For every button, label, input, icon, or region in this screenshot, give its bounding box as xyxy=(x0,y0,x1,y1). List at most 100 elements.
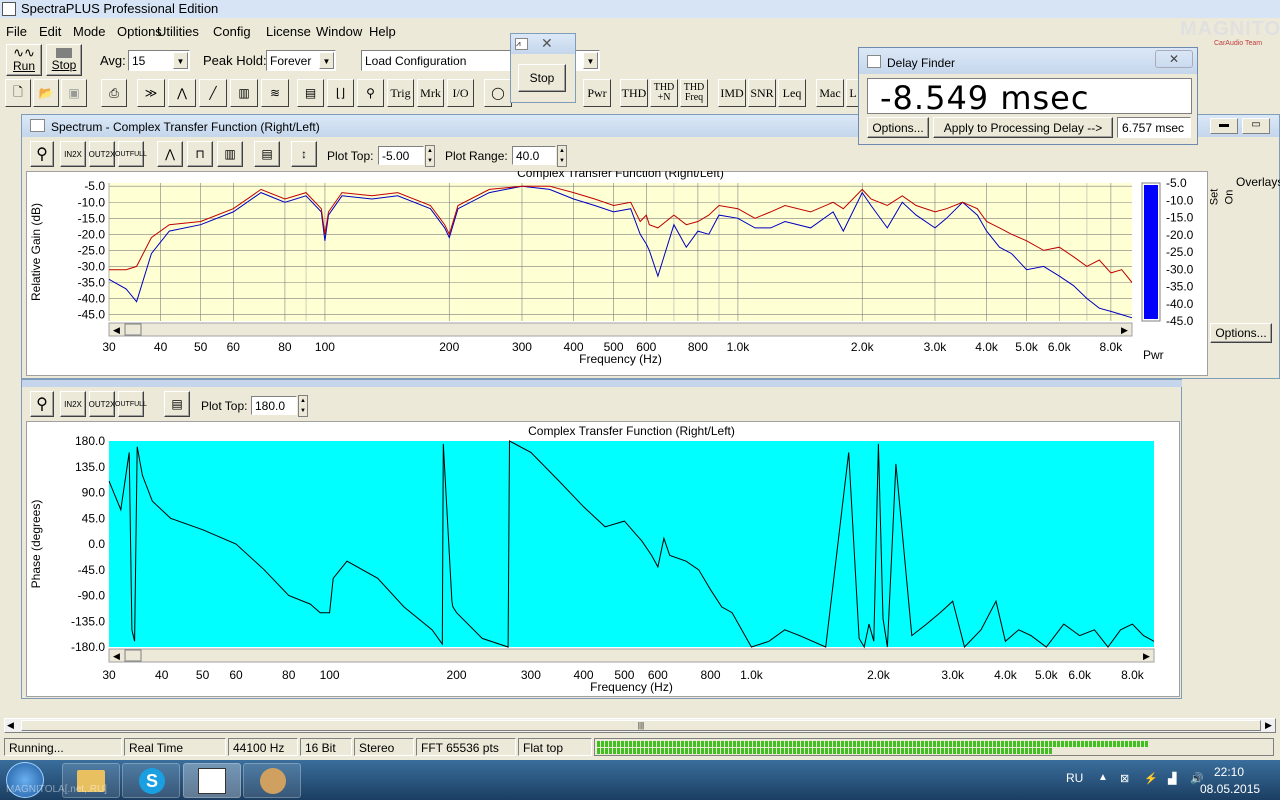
pwr-meter-fill xyxy=(1144,185,1158,319)
plot-scrollbar[interactable] xyxy=(108,648,1155,663)
thd-n-button[interactable]: THD +N xyxy=(650,79,678,107)
clock-date[interactable]: 08.05.2015 xyxy=(1200,782,1260,796)
maximize-icon[interactable]: ▭ xyxy=(1242,118,1270,134)
taskbar-paint[interactable] xyxy=(243,763,301,798)
scroll-left-icon[interactable]: ◀ xyxy=(113,651,120,661)
status-state: Running... xyxy=(4,738,122,756)
y-tick-label: 90.0 xyxy=(82,486,106,500)
close-icon[interactable]: ✕ xyxy=(1155,50,1193,68)
menu-file[interactable]: File xyxy=(6,24,27,39)
scroll-right-icon[interactable]: ▶ xyxy=(1265,720,1272,731)
menu-window[interactable]: Help xyxy=(369,24,396,39)
autoscale-icon[interactable]: ↕ xyxy=(291,141,317,167)
table-icon[interactable]: ▤ xyxy=(164,391,190,417)
scroll-left-icon[interactable]: ◀ xyxy=(113,325,120,335)
avg-select[interactable]: 15 ▼ xyxy=(128,50,190,71)
thd-freq-button[interactable]: THD Freq xyxy=(680,79,708,107)
trigger-button[interactable]: Trig xyxy=(387,79,414,107)
zoom-out-2x-icon[interactable]: OUT2X xyxy=(89,141,115,167)
tray-signal-icon[interactable]: ▟ xyxy=(1168,772,1176,785)
peak-icon[interactable]: ⋀ xyxy=(157,141,183,167)
spectrogram-icon[interactable]: ▥ xyxy=(230,79,258,107)
zoom-out-2x-icon[interactable]: OUT2X xyxy=(89,391,115,417)
imd-button[interactable]: IMD xyxy=(718,79,746,107)
menu-view[interactable]: Options xyxy=(117,24,162,39)
clock-time[interactable]: 22:10 xyxy=(1214,765,1244,779)
run-button[interactable]: ∿∿ Run xyxy=(6,44,42,76)
spectrum-view-icon[interactable]: ⋀ xyxy=(168,79,196,107)
new-file-icon[interactable]: 🗋 xyxy=(5,79,31,107)
plot-scroll-thumb[interactable] xyxy=(124,649,142,662)
x-tick-label: 200 xyxy=(447,668,467,682)
close-icon[interactable]: ✕ xyxy=(541,35,553,52)
3d-surface-icon[interactable]: ≋ xyxy=(261,79,289,107)
plot-area[interactable] xyxy=(109,183,1132,321)
scroll-right-icon[interactable]: ▶ xyxy=(1143,651,1150,661)
zoom-icon[interactable]: ⚲ xyxy=(30,391,54,417)
plot-area[interactable] xyxy=(109,441,1154,647)
zoom-in-2x-icon[interactable]: IN2X xyxy=(60,141,86,167)
processing-delay-field[interactable]: 6.757 msec xyxy=(1117,117,1191,138)
peak-hold-select[interactable]: Forever ▼ xyxy=(266,50,336,71)
tray-expand-icon[interactable]: ▲ xyxy=(1098,772,1108,783)
table-icon[interactable]: ▤ xyxy=(254,141,280,167)
table-view-icon[interactable]: ▤ xyxy=(297,79,324,107)
stop-popup-button[interactable]: Stop xyxy=(518,64,566,92)
plot-scroll-thumb[interactable] xyxy=(124,323,142,336)
scroll-thumb[interactable]: ||| xyxy=(21,720,1261,731)
snr-button[interactable]: SNR xyxy=(748,79,776,107)
save-disk-icon[interactable]: ▣ xyxy=(61,79,87,107)
tray-power-icon[interactable]: ⚡ xyxy=(1144,772,1158,785)
pwr-tick-label: -25.0 xyxy=(1166,245,1194,259)
overlays-label: Overlays xyxy=(1236,175,1280,189)
plot-range-input[interactable]: 40.0 xyxy=(512,146,556,165)
menu-config[interactable]: License xyxy=(266,24,311,39)
phase-plot-top-spinner[interactable]: ▲ ▼ xyxy=(298,395,308,417)
x-tick-label: 3.0k xyxy=(941,668,965,682)
print-icon[interactable]: ⎙ xyxy=(101,79,127,107)
plot-top-spinner[interactable]: ▲ ▼ xyxy=(425,145,435,167)
menu-edit[interactable]: Edit xyxy=(39,24,61,39)
menu-license[interactable]: Window xyxy=(316,24,362,39)
thd-button[interactable]: THD xyxy=(620,79,648,107)
zoom-in-2x-icon[interactable]: IN2X xyxy=(60,391,86,417)
plot-range-spinner[interactable]: ▲ ▼ xyxy=(557,145,567,167)
taskbar-skype[interactable]: S xyxy=(122,763,180,798)
apply-delay-button[interactable]: Apply to Processing Delay --> xyxy=(933,117,1113,138)
marker-button[interactable]: Mrk xyxy=(417,79,444,107)
zoom-out-full-icon[interactable]: OUTFULL xyxy=(115,391,147,417)
overlays-options-button[interactable]: Options... xyxy=(1210,323,1272,343)
phase-plot-top-input[interactable]: 180.0 xyxy=(251,396,297,415)
menu-mode[interactable]: Mode xyxy=(73,24,106,39)
tray-network-icon[interactable]: ⊠ xyxy=(1120,772,1129,785)
line-icon[interactable]: ⊓ xyxy=(187,141,213,167)
x-tick-label: 5.0k xyxy=(1035,668,1059,682)
zoom-out-full-icon[interactable]: OUTFULL xyxy=(115,141,147,167)
taskbar-spectraplus[interactable] xyxy=(183,763,241,798)
zoom-icon[interactable]: ⚲ xyxy=(30,141,54,167)
main-horizontal-scrollbar[interactable]: ◀ ||| ▶ xyxy=(4,718,1276,733)
phase-view-icon[interactable]: ╱ xyxy=(199,79,227,107)
language-indicator[interactable]: RU xyxy=(1066,771,1083,785)
delay-options-button[interactable]: Options... xyxy=(867,117,929,138)
leq-button[interactable]: Leq xyxy=(778,79,806,107)
x-tick-label: 800 xyxy=(701,668,721,682)
stop-popup: ⩘ ✕ Stop xyxy=(510,33,576,103)
open-folder-icon[interactable]: 📂 xyxy=(33,79,59,107)
macro-button[interactable]: Mac xyxy=(816,79,844,107)
bar-icon[interactable]: ▥ xyxy=(217,141,243,167)
plot-scrollbar[interactable] xyxy=(108,322,1133,337)
scope-icon[interactable]: ⚲ xyxy=(357,79,384,107)
scroll-right-icon[interactable]: ▶ xyxy=(1121,325,1128,335)
io-button[interactable]: I/O xyxy=(447,79,474,107)
menu-utilities[interactable]: Config xyxy=(213,24,251,39)
menu-options[interactable]: Utilities xyxy=(157,24,199,39)
bar-meter-icon[interactable]: ⌊⌋ xyxy=(327,79,354,107)
time-series-icon[interactable]: ≫ xyxy=(137,79,165,107)
minimize-icon[interactable]: ▬ xyxy=(1210,118,1238,134)
power-button[interactable]: Pwr xyxy=(583,79,611,107)
stop-button[interactable]: Stop xyxy=(46,44,82,76)
scroll-left-icon[interactable]: ◀ xyxy=(7,720,14,731)
plot-top-input[interactable]: -5.00 xyxy=(378,146,424,165)
signal-generator-icon[interactable]: ◯ xyxy=(484,79,512,107)
